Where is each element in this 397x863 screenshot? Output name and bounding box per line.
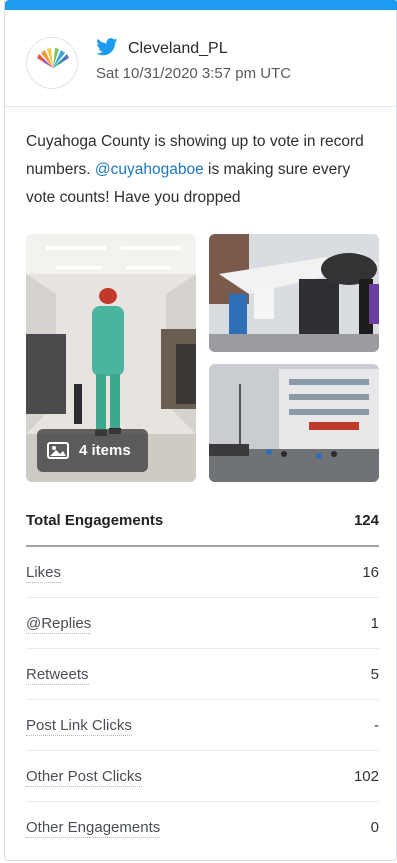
media-photo-3[interactable]: [209, 364, 379, 482]
stat-row-total: Total Engagements 124: [26, 495, 379, 547]
stat-row-other-engagements: Other Engagements 0: [26, 802, 379, 853]
account-handle[interactable]: Cleveland_PL: [128, 40, 228, 58]
stat-value: -: [374, 717, 379, 734]
twitter-bird-icon: [96, 38, 118, 56]
stat-value: 0: [370, 819, 379, 836]
stat-label[interactable]: Post Link Clicks: [26, 717, 132, 736]
post-timestamp[interactable]: Sat 10/31/2020 3:57 pm UTC: [96, 65, 291, 82]
stat-label: Total Engagements: [26, 512, 164, 529]
avatar[interactable]: [26, 37, 78, 89]
stat-value: 102: [353, 768, 379, 785]
stat-label[interactable]: @Replies: [26, 615, 92, 634]
stat-row-other-clicks: Other Post Clicks 102: [26, 751, 379, 802]
stat-row-likes: Likes 16: [26, 547, 379, 598]
mention-link[interactable]: @cuyahogaboe: [95, 161, 204, 178]
stat-value: 5: [370, 666, 379, 683]
media-count-label: 4 items: [79, 442, 131, 459]
stat-value: 1: [370, 615, 379, 632]
stat-row-retweets: Retweets 5: [26, 649, 379, 700]
post-card: Cleveland_PL Sat 10/31/2020 3:57 pm UTC …: [4, 0, 397, 861]
media-photo-2[interactable]: [209, 234, 379, 352]
stat-row-link-clicks: Post Link Clicks -: [26, 700, 379, 751]
stat-label[interactable]: Likes: [26, 564, 62, 583]
network-color-bar: [5, 0, 397, 10]
post-header: Cleveland_PL Sat 10/31/2020 3:57 pm UTC: [5, 10, 396, 107]
engagement-stats: Total Engagements 124 Likes 16 @Replies …: [26, 495, 379, 853]
image-icon: [47, 442, 69, 459]
media-count-badge[interactable]: 4 items: [37, 429, 148, 472]
stat-label[interactable]: Retweets: [26, 666, 89, 685]
stat-label[interactable]: Other Engagements: [26, 819, 161, 838]
stat-value: 124: [353, 512, 379, 529]
stat-value: 16: [362, 564, 379, 581]
text-fade: [265, 186, 385, 214]
media-photo-main[interactable]: 4 items: [26, 234, 196, 482]
stat-row-replies: @Replies 1: [26, 598, 379, 649]
stat-label[interactable]: Other Post Clicks: [26, 768, 142, 787]
